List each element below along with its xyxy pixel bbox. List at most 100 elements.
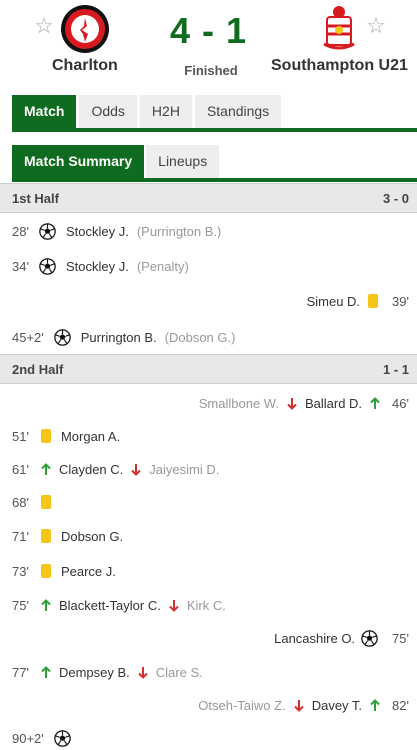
event-row: 71' Dobson G. — [0, 519, 417, 553]
half-score: 1 - 1 — [382, 362, 409, 377]
half-header-first: 1st Half 3 - 0 — [0, 183, 417, 213]
event-minute: 39' — [392, 293, 409, 309]
player-out[interactable]: Kirk C. — [187, 598, 226, 613]
event-detail: (Purrington B.) — [136, 223, 222, 239]
yellow-card-icon — [368, 294, 379, 308]
player-out[interactable]: Otseh-Taiwo Z. — [198, 698, 285, 713]
event-player[interactable]: Pearce J. — [61, 564, 116, 579]
event-minute: 28' — [12, 223, 29, 239]
away-team-name[interactable]: Southampton U21 — [271, 57, 408, 75]
event-row: 34' Stockley J. (Penalty) — [0, 249, 417, 283]
event-row: 73' Pearce J. — [0, 554, 417, 588]
event-minute: 77' — [12, 664, 29, 680]
event-detail: (Dobson G.) — [164, 329, 236, 345]
player-in[interactable]: Blackett-Taylor C. — [59, 598, 161, 613]
arrow-up-icon — [370, 396, 380, 409]
tab-odds[interactable]: Odds — [79, 95, 137, 128]
player-in[interactable]: Clayden C. — [59, 462, 123, 477]
event-minute: 90+2' — [12, 730, 44, 746]
event-minute: 68' — [12, 494, 29, 510]
player-out[interactable]: Clare S. — [156, 665, 203, 680]
arrow-up-icon — [370, 698, 380, 711]
half-name: 1st Half — [12, 191, 59, 206]
arrow-down-icon — [293, 699, 304, 712]
player-out[interactable]: Jaiyesimi D. — [149, 462, 219, 477]
event-row: 51' Morgan A. — [0, 419, 417, 453]
event-player[interactable]: Lancashire O. — [274, 631, 355, 646]
arrow-up-icon — [41, 665, 51, 678]
yellow-card-icon — [40, 529, 51, 543]
tab-standings[interactable]: Standings — [194, 95, 282, 128]
event-content: 90+2' — [12, 721, 77, 750]
event-minute: 75' — [392, 630, 409, 646]
arrow-down-icon — [287, 397, 297, 410]
event-content: 71' Dobson G. — [12, 519, 127, 553]
arrow-up-icon — [41, 598, 51, 611]
event-content: 73' Pearce J. — [12, 554, 120, 588]
arrow-up-icon — [41, 462, 51, 475]
half-score: 3 - 0 — [382, 191, 409, 206]
soccer-ball-icon — [39, 222, 56, 240]
event-minute: 73' — [12, 563, 29, 579]
event-player[interactable]: Purrington B. — [81, 330, 157, 345]
event-row: 77' Dempsey B. Clare S. — [0, 655, 417, 689]
event-row: 28' Stockley J. (Purrington B.) — [0, 214, 417, 248]
event-minute: 82' — [392, 697, 409, 713]
event-row: 75' Blackett-Taylor C. Kirk C. — [0, 588, 417, 622]
event-row: 68' — [0, 485, 417, 519]
tab-match-summary[interactable]: Match Summary — [12, 145, 145, 178]
event-row: 90+2' — [0, 721, 417, 750]
event-player[interactable]: Dobson G. — [61, 529, 123, 544]
event-content: 51' Morgan A. — [12, 419, 124, 453]
event-minute: 51' — [12, 428, 29, 444]
player-in[interactable]: Ballard D. — [305, 396, 362, 411]
tab-h2h[interactable]: H2H — [139, 95, 192, 128]
event-row: Smallbone W. Ballard D. 46' — [0, 386, 417, 420]
tab-lineups[interactable]: Lineups — [146, 145, 220, 178]
event-row: 61' Clayden C. Jaiyesimi D. — [0, 452, 417, 486]
soccer-ball-icon — [53, 729, 71, 747]
event-minute: 46' — [392, 395, 409, 411]
event-minute: 34' — [12, 258, 29, 274]
event-row: Simeu D. 39' — [0, 284, 417, 318]
event-content: Otseh-Taiwo Z. Davey T. 82' — [194, 688, 409, 722]
event-player[interactable]: Stockley J. — [66, 224, 129, 239]
player-in[interactable]: Davey T. — [312, 698, 362, 713]
arrow-down-icon — [131, 463, 141, 476]
event-content: Smallbone W. Ballard D. 46' — [195, 386, 409, 420]
half-header-second: 2nd Half 1 - 1 — [0, 354, 417, 384]
half-name: 2nd Half — [12, 362, 64, 377]
event-minute: 75' — [12, 597, 29, 613]
tabs-underline — [12, 128, 417, 132]
player-in[interactable]: Dempsey B. — [59, 665, 130, 680]
soccer-ball-icon — [53, 328, 71, 346]
yellow-card-icon — [40, 495, 51, 509]
subtabs-underline — [12, 178, 417, 182]
sub-tabs: Match Summary Lineups — [12, 145, 221, 178]
player-out[interactable]: Smallbone W. — [199, 396, 279, 411]
yellow-card-icon — [40, 429, 51, 443]
event-minute: 45+2' — [12, 329, 44, 345]
event-content: 45+2' Purrington B. (Dobson G.) — [12, 320, 239, 354]
event-player[interactable]: Morgan A. — [61, 429, 120, 444]
event-content: Lancashire O. 75' — [270, 621, 409, 655]
event-content: 34' Stockley J. (Penalty) — [12, 249, 193, 283]
yellow-card-icon — [40, 564, 51, 578]
event-player[interactable]: Stockley J. — [66, 259, 129, 274]
event-content: 75' Blackett-Taylor C. Kirk C. — [12, 588, 230, 622]
arrow-down-icon — [138, 666, 148, 679]
arrow-down-icon — [169, 599, 179, 612]
event-detail: (Penalty) — [136, 258, 189, 274]
event-player[interactable]: Simeu D. — [307, 294, 360, 309]
event-minute: 71' — [12, 528, 29, 544]
tab-match[interactable]: Match — [12, 95, 77, 128]
event-row: Lancashire O. 75' — [0, 621, 417, 655]
favorite-away-star-icon[interactable]: ☆ — [364, 14, 388, 38]
match-header: ☆ Charlton 4 - 1 Finished ☆ Southampton … — [0, 0, 417, 90]
event-row: 45+2' Purrington B. (Dobson G.) — [0, 320, 417, 354]
event-row: Otseh-Taiwo Z. Davey T. 82' — [0, 688, 417, 722]
event-content: 68' — [12, 485, 57, 519]
event-content: 61' Clayden C. Jaiyesimi D. — [12, 452, 223, 486]
southampton-crest-icon[interactable] — [314, 4, 364, 54]
soccer-ball-icon — [361, 629, 378, 647]
